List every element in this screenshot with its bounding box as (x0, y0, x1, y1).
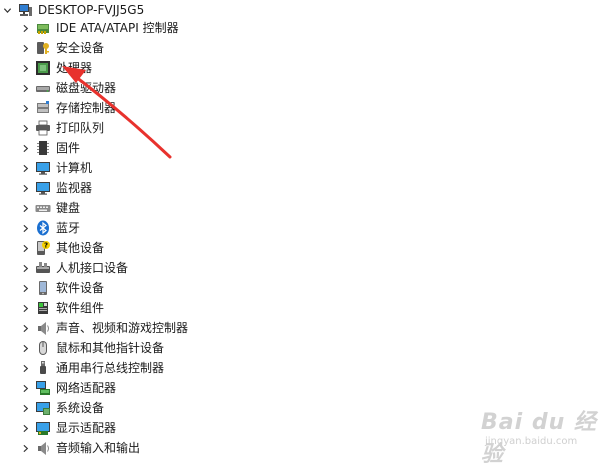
tree-item[interactable]: 键盘 (18, 198, 80, 218)
chevron-right-icon[interactable] (18, 118, 32, 138)
ide-controller-icon (35, 20, 51, 36)
tree-item[interactable]: 鼠标和其他指针设备 (18, 338, 164, 358)
tree-item-label: 软件设备 (56, 281, 105, 295)
monitor-icon (35, 180, 51, 196)
chevron-right-icon[interactable] (18, 358, 32, 378)
chevron-right-icon[interactable] (18, 378, 32, 398)
chevron-right-icon[interactable] (18, 398, 32, 418)
tree-item[interactable]: 软件设备 (18, 278, 104, 298)
chevron-right-icon[interactable] (18, 318, 32, 338)
software-component-icon (35, 300, 51, 316)
chevron-right-icon[interactable] (18, 38, 32, 58)
tree-root[interactable]: DESKTOP-FVJJ5G5 (0, 0, 144, 20)
tree-item[interactable]: 人机接口设备 (18, 258, 128, 278)
tree-item[interactable]: 监视器 (18, 178, 92, 198)
tree-item[interactable]: 音频输入和输出 (18, 438, 140, 458)
security-key-icon (35, 40, 51, 56)
firmware-icon (35, 140, 51, 156)
mouse-icon (35, 340, 51, 356)
software-device-icon (35, 280, 51, 296)
tree-item-label: 固件 (56, 141, 81, 155)
chevron-right-icon[interactable] (18, 238, 32, 258)
tree-item-label: 打印队列 (56, 121, 105, 135)
tree-item[interactable]: 声音、视频和游戏控制器 (18, 318, 188, 338)
tree-item-label: 系统设备 (56, 401, 105, 415)
tree-item[interactable]: 安全设备 (18, 38, 104, 58)
unknown-device-icon: ? (35, 240, 51, 256)
chevron-right-icon[interactable] (18, 438, 32, 458)
tree-item-label: IDE ATA/ATAPI 控制器 (56, 21, 179, 35)
chevron-down-icon[interactable] (0, 0, 14, 20)
keyboard-icon (35, 200, 51, 216)
chevron-right-icon[interactable] (18, 338, 32, 358)
chevron-right-icon[interactable] (18, 138, 32, 158)
chevron-right-icon[interactable] (18, 158, 32, 178)
tree-item-label: 软件组件 (56, 301, 105, 315)
bluetooth-icon (35, 220, 51, 236)
chevron-right-icon[interactable] (18, 18, 32, 38)
tree-item-label: 其他设备 (56, 241, 105, 255)
baidu-logo: Bai du 经验 (481, 410, 597, 467)
usb-icon (35, 360, 51, 376)
tree-item[interactable]: 软件组件 (18, 298, 104, 318)
computer-icon (17, 2, 33, 18)
tree-item[interactable]: 系统设备 (18, 398, 104, 418)
chevron-right-icon[interactable] (18, 198, 32, 218)
tree-item-label: 磁盘驱动器 (56, 81, 117, 95)
tree-item[interactable]: 存储控制器 (18, 98, 116, 118)
hid-icon (35, 260, 51, 276)
storage-controller-icon (35, 100, 51, 116)
tree-item-label: 安全设备 (56, 41, 105, 55)
chevron-right-icon[interactable] (18, 178, 32, 198)
tree-item-label: 人机接口设备 (56, 261, 129, 275)
printer-icon (35, 120, 51, 136)
tree-item[interactable]: 通用串行总线控制器 (18, 358, 164, 378)
tree-item[interactable]: 磁盘驱动器 (18, 78, 116, 98)
chevron-right-icon[interactable] (18, 298, 32, 318)
chevron-right-icon[interactable] (18, 258, 32, 278)
tree-item[interactable]: 固件 (18, 138, 80, 158)
tree-item[interactable]: 网络适配器 (18, 378, 116, 398)
chevron-right-icon[interactable] (18, 98, 32, 118)
root-label: DESKTOP-FVJJ5G5 (38, 3, 145, 17)
display-adapter-icon (35, 420, 51, 436)
tree-item-label: 网络适配器 (56, 381, 117, 395)
disk-drive-icon (35, 80, 51, 96)
chevron-right-icon[interactable] (18, 218, 32, 238)
chevron-right-icon[interactable] (18, 418, 32, 438)
tree-item-label: 计算机 (56, 161, 93, 175)
tree-item-label: 声音、视频和游戏控制器 (56, 321, 189, 335)
tree-item[interactable]: 蓝牙 (18, 218, 80, 238)
speaker-icon (35, 440, 51, 456)
tree-item-label: 鼠标和其他指针设备 (56, 341, 165, 355)
svg-text:?: ? (44, 242, 48, 250)
monitor-icon (35, 160, 51, 176)
tree-item-label: 键盘 (56, 201, 81, 215)
tree-item[interactable]: ? 其他设备 (18, 238, 104, 258)
tree-item[interactable]: 显示适配器 (18, 418, 116, 438)
tree-item[interactable]: 处理器 (18, 58, 92, 78)
processor-chip-icon (35, 60, 51, 76)
tree-item-label: 处理器 (56, 61, 93, 75)
tree-item[interactable]: IDE ATA/ATAPI 控制器 (18, 18, 179, 38)
tree-item[interactable]: 计算机 (18, 158, 92, 178)
system-device-icon (35, 400, 51, 416)
tree-item-label: 蓝牙 (56, 221, 81, 235)
chevron-right-icon[interactable] (18, 278, 32, 298)
tree-item-label: 音频输入和输出 (56, 441, 141, 455)
tree-item[interactable]: 打印队列 (18, 118, 104, 138)
network-adapter-icon (35, 380, 51, 396)
tree-item-label: 显示适配器 (56, 421, 117, 435)
speaker-icon (35, 320, 51, 336)
baidu-watermark: Bai du 经验 jingyan.baidu.com (481, 404, 601, 467)
chevron-right-icon[interactable] (18, 58, 32, 78)
tree-item-label: 存储控制器 (56, 101, 117, 115)
chevron-right-icon[interactable] (18, 78, 32, 98)
tree-item-label: 通用串行总线控制器 (56, 361, 165, 375)
tree-item-label: 监视器 (56, 181, 93, 195)
baidu-url: jingyan.baidu.com (485, 436, 578, 447)
